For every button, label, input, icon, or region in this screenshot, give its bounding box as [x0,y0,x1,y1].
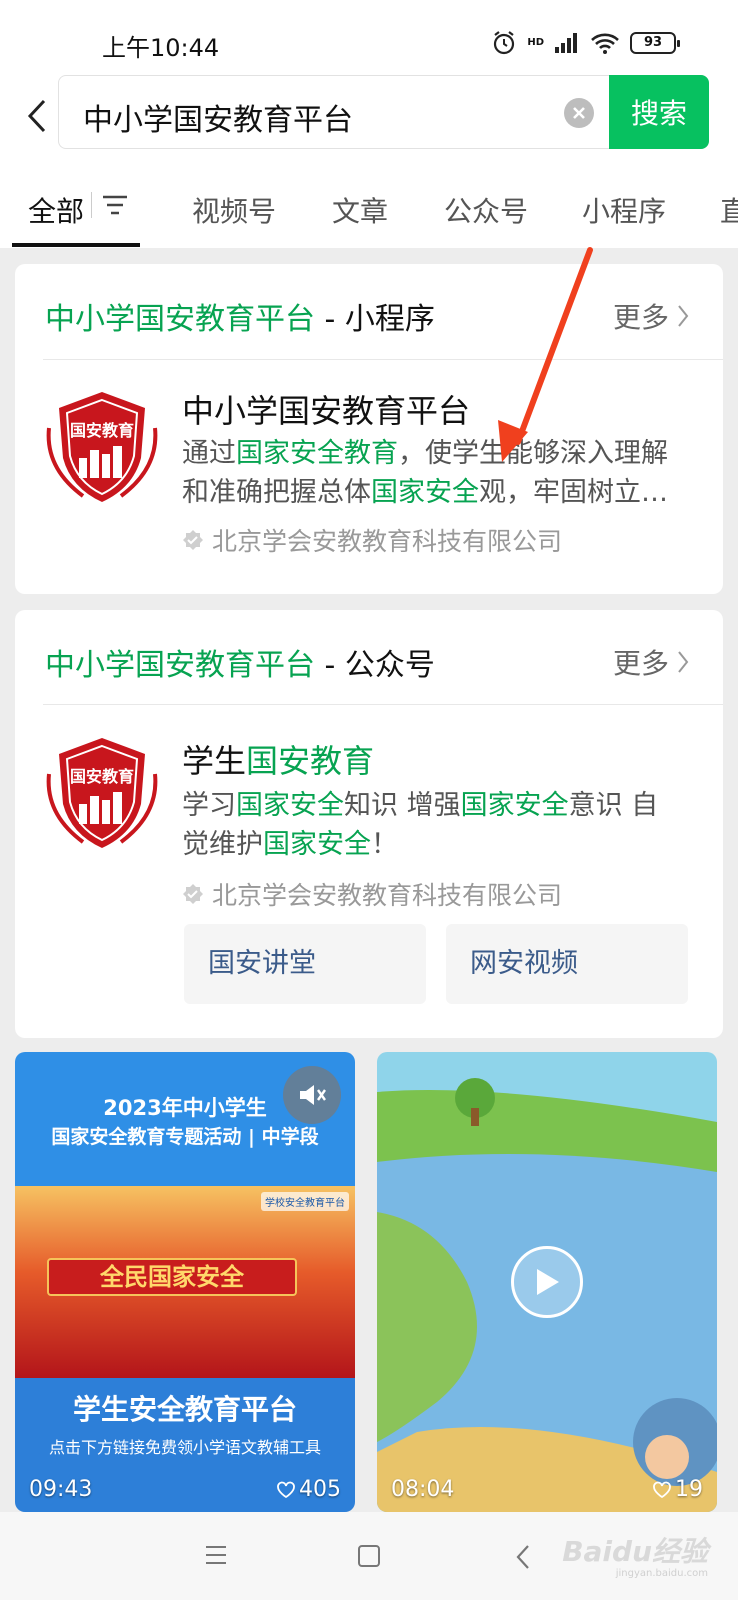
tab-separator [91,192,92,218]
baidu-watermark: Baidu经验 [562,1535,708,1568]
guoan-shield-logo: 国安教育 [46,392,158,502]
more-button[interactable]: 更多 [613,642,689,682]
result-owner: 北京学会安教教育科技有限公司 [182,876,562,912]
battery-indicator: 93 [630,32,680,54]
heart-icon [277,1481,295,1498]
search-bar: 中小学国安教育平台 搜索 [0,75,738,164]
close-icon [573,107,585,119]
logo-text: 国安教育 [70,767,134,786]
more-button[interactable]: 更多 [613,296,689,336]
back-nav-icon[interactable] [515,1544,531,1570]
chevron-right-icon [678,651,689,673]
link-cyber-video[interactable]: 网安视频 [446,924,688,1004]
video-bottom-subtitle: 点击下方链接免费领小学语文教辅工具 [48,1438,321,1457]
link-guoan-lecture[interactable]: 国安讲堂 [184,924,426,1004]
menu-icon[interactable] [204,1544,228,1566]
card-header: 中小学国安教育平台 - 公众号 [45,640,435,684]
filter-tabs: 全部 视频号 文章 公众号 小程序 直 [0,164,738,248]
signal-icon [555,33,577,53]
status-icons: HD 93 [491,30,680,56]
status-time: 上午10:44 [102,34,220,62]
search-button[interactable]: 搜索 [609,75,709,149]
wifi-icon [591,33,619,54]
verified-icon [183,530,203,550]
video-title-line2: 国家安全教育专题活动 | 中学段 [51,1126,319,1148]
owner-name: 北京学会安教教育科技有限公司 [212,881,563,910]
card-header-type: - 公众号 [324,648,435,683]
likes-count: 405 [299,1477,341,1502]
video-likes: 19 [653,1477,703,1502]
tab-official-accounts[interactable]: 公众号 [444,190,528,230]
video-likes: 405 [277,1477,341,1502]
card-header-type: - 小程序 [324,302,435,337]
status-bar: 上午10:44 HD 93 [0,0,738,86]
play-icon [537,1269,559,1295]
card-header-name: 中小学国安教育平台 [45,648,315,683]
guoan-shield-logo: 国安教育 [46,738,158,848]
video-frame: 学校安全教育平台 全民国家安全 [15,1186,355,1378]
more-label: 更多 [612,647,669,680]
more-label: 更多 [612,301,669,334]
heart-icon [653,1481,671,1498]
owner-name: 北京学会安教教育科技有限公司 [212,527,563,556]
video-tile[interactable]: 08:04 19 [377,1052,717,1512]
active-tab-indicator [12,243,140,247]
video-duration: 09:43 [29,1477,93,1502]
result-title: 中小学国安教育平台 [182,392,471,430]
divider [43,704,723,705]
search-input[interactable]: 中小学国安教育平台 [58,75,610,149]
mute-button[interactable] [283,1066,341,1124]
baidu-watermark-url: jingyan.baidu.com [615,1568,708,1579]
tab-articles[interactable]: 文章 [332,190,388,230]
system-nav-bar: Baidu经验 jingyan.baidu.com [0,1512,738,1600]
platform-logo: 学校安全教育平台 [261,1192,349,1211]
likes-count: 19 [675,1477,703,1502]
play-button[interactable] [511,1246,583,1318]
home-icon[interactable] [357,1544,381,1568]
alarm-icon [494,31,515,55]
card-header: 中小学国安教育平台 - 小程序 [45,294,435,338]
filter-icon[interactable] [102,194,128,216]
chevron-left-icon [27,99,46,133]
tab-live[interactable]: 直 [720,190,738,230]
verified-icon [183,884,203,904]
result-title: 学生国安教育 [182,742,375,780]
tab-all[interactable]: 全部 [28,190,84,230]
search-query-text: 中小学国安教育平台 [83,103,353,138]
logo-text: 国安教育 [70,421,134,440]
result-owner: 北京学会安教教育科技有限公司 [182,522,562,558]
video-tile[interactable]: 2023年中小学生 国家安全教育专题活动 | 中学段 学校安全教育平台 全民国家… [15,1052,355,1512]
clear-search-button[interactable] [564,98,594,128]
official-account-card: 中小学国安教育平台 - 公众号 更多 国安教育 学生国安教育 学习国家安全知识 … [15,610,723,1038]
video-duration: 08:04 [391,1477,455,1502]
result-description: 通过国家安全教育，使学生能够深入理解和准确把握总体国家安全观，牢固树立… [182,438,668,508]
chevron-right-icon [678,305,689,327]
speaker-muted-icon [300,1085,326,1105]
tab-mini-programs[interactable]: 小程序 [582,190,666,230]
tab-channels[interactable]: 视频号 [192,190,276,230]
mini-program-card: 中小学国安教育平台 - 小程序 更多 国安教育 中小学国安教育平台 通过国家安全… [15,264,723,594]
card-header-name: 中小学国安教育平台 [45,302,315,337]
video-banner: 全民国家安全 [47,1258,297,1296]
video-bottom-title: 学生安全教育平台 [72,1393,297,1426]
hd-label: HD [527,37,544,48]
result-description: 学习国家安全知识 增强国家安全意识 自觉维护国家安全！ [182,790,659,860]
divider [43,359,723,360]
back-button[interactable] [22,94,52,138]
